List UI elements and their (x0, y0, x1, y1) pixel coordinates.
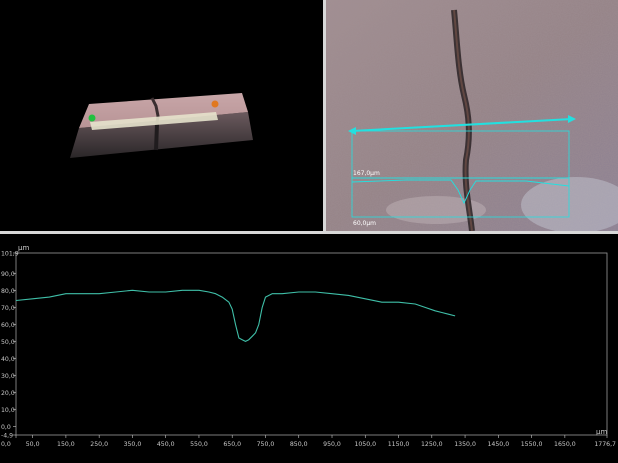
profile-chart[interactable]: μm μm 101,990,080,070,060,050,040,030,02… (0, 234, 618, 463)
y-tick-label: -4,9 (1, 433, 13, 440)
height-measure-label: 60,0μm (353, 220, 377, 227)
x-tick-label: 350,0 (124, 441, 142, 448)
x-tick-label: 1350,0 (454, 441, 476, 448)
optical-image (326, 0, 618, 231)
end-marker-icon[interactable] (211, 100, 219, 108)
3d-view-panel[interactable] (0, 0, 323, 231)
x-tick-label: 1650,0 (554, 441, 576, 448)
x-tick-label: 150,0 (57, 441, 75, 448)
3d-surface-render[interactable] (0, 0, 323, 231)
x-tick-label: 550,0 (190, 441, 208, 448)
x-tick-label: 1150,0 (388, 441, 410, 448)
x-tick-label: 1050,0 (354, 441, 376, 448)
x-tick-label: 1250,0 (421, 441, 443, 448)
x-tick-label: 750,0 (257, 441, 275, 448)
x-tick-label: 850,0 (290, 441, 308, 448)
x-axis: 0,0 50,0 150,0 250,0 350,0 450,0 550,0 650,0 750… (1, 435, 616, 448)
y-tick-label: 90,0 (1, 271, 15, 278)
x-tick-label: 1450,0 (487, 441, 509, 448)
y-tick-label: 30,0 (1, 373, 15, 380)
x-tick-label: 50,0 (26, 441, 40, 448)
profile-series-line[interactable] (15, 289, 456, 342)
x-tick-label: 250,0 (90, 441, 108, 448)
x-tick-label: 1776,7 (594, 441, 616, 448)
profile-chart-panel[interactable]: μm μm 101,9 90,0 80,0 70,0 60,0 50,0 40,0 30,0 2… (0, 234, 618, 463)
y-tick-label: 50,0 (1, 339, 15, 346)
y-tick-label: 10,0 (1, 407, 15, 414)
x-tick-label: 0,0 (1, 441, 11, 448)
x-tick-label: 650,0 (223, 441, 241, 448)
y-unit-label: μm (18, 244, 29, 252)
x-tick-label: 950,0 (323, 441, 341, 448)
y-tick-label: 70,0 (1, 305, 15, 312)
optical-image-panel[interactable]: 167,0μm 60,0μm (326, 0, 618, 231)
y-tick-label: 20,0 (1, 390, 15, 397)
y-tick-label: 40,0 (1, 356, 15, 363)
x-tick-label: 1550,0 (521, 441, 543, 448)
x-tick-label: 450,0 (157, 441, 175, 448)
width-measure-label: 167,0μm (353, 170, 380, 177)
plot-frame (15, 252, 608, 436)
start-marker-icon[interactable] (88, 114, 96, 122)
y-tick-label: 60,0 (1, 322, 15, 329)
y-tick-label: 0,0 (1, 424, 11, 431)
y-tick-label: 101,9 (1, 251, 19, 258)
y-tick-label: 80,0 (1, 288, 15, 295)
